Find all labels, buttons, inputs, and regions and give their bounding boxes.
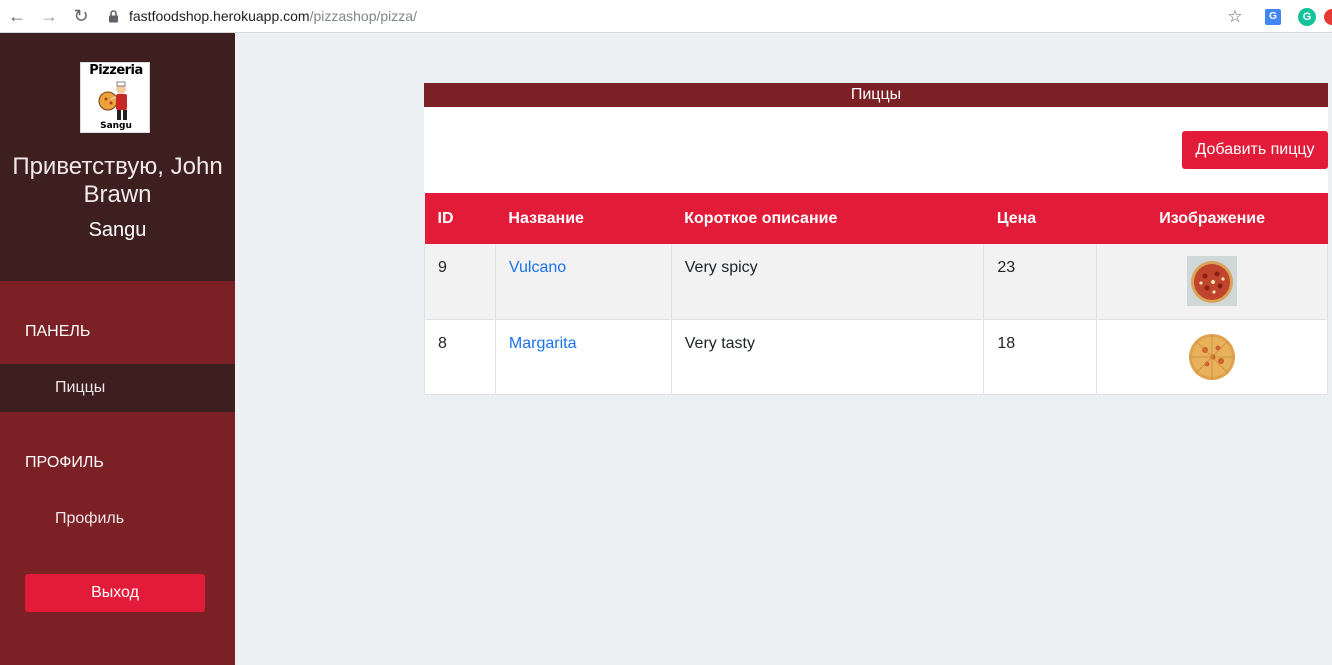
sidebar-item-label: Профиль	[55, 510, 125, 527]
cell-image	[1096, 244, 1328, 320]
sidebar-header: Pizzeria Sangu Приветствую, John Brawn S…	[0, 33, 235, 281]
translate-extension-icon[interactable]: G	[1265, 8, 1281, 25]
pizza-vulcano-image	[1187, 256, 1238, 307]
column-header-name: Название	[508, 209, 584, 227]
cell-price: 23	[983, 244, 1098, 320]
column-header-description: Короткое описание	[684, 209, 838, 227]
table-row: 8 Margarita Very tasty 18	[424, 319, 1328, 395]
browser-toolbar: ← → ↻ fastfoodshop.herokuapp.com/pizzash…	[0, 0, 1332, 33]
cell-image	[1096, 319, 1328, 395]
cell-id: 9	[424, 244, 496, 320]
sidebar-item-label: Пиццы	[55, 379, 106, 396]
forward-arrow-icon[interactable]: →	[38, 5, 60, 27]
logo-subtitle: Sangu	[100, 121, 132, 131]
section-panel-title: ПАНЕЛЬ	[25, 323, 91, 340]
column-header-image: Изображение	[1159, 209, 1265, 227]
pizza-name-link[interactable]: Vulcano	[509, 259, 566, 276]
logout-button[interactable]: Выход	[25, 574, 205, 612]
sidebar: Pizzeria Sangu Приветствую, John Brawn S…	[0, 33, 235, 665]
lock-icon	[106, 9, 120, 23]
pizza-table: ID Название Короткое описание Цена Изобр…	[424, 193, 1328, 395]
table-header-row: ID Название Короткое описание Цена Изобр…	[424, 193, 1328, 244]
bookmark-star-icon[interactable]: ☆	[1225, 7, 1245, 27]
url-text: fastfoodshop.herokuapp.com/pizzashop/piz…	[129, 8, 417, 24]
reload-icon[interactable]: ↻	[70, 5, 92, 27]
back-arrow-icon[interactable]: ←	[6, 5, 28, 27]
extension-icons: ☆ G G	[1225, 0, 1332, 33]
table-row: 9 Vulcano Very spicy 23	[424, 244, 1328, 320]
cell-description: Very spicy	[670, 244, 985, 320]
sidebar-item-profile[interactable]: Профиль	[0, 495, 235, 543]
panel-toolbar: Добавить пиццу	[424, 107, 1328, 193]
pizza-margarita-image	[1189, 333, 1236, 380]
column-header-id: ID	[437, 209, 454, 227]
add-pizza-button[interactable]: Добавить пиццу	[1182, 131, 1328, 169]
pizzeria-logo: Pizzeria Sangu	[80, 62, 150, 133]
pizzas-panel: Пиццы Добавить пиццу ID Название Коротко…	[424, 83, 1328, 395]
shop-name: Sangu	[88, 219, 147, 241]
cell-id: 8	[424, 319, 496, 395]
url-host: fastfoodshop.herokuapp.com	[129, 8, 310, 24]
cell-description: Very tasty	[670, 319, 985, 395]
grammar-extension-icon[interactable]: G	[1298, 7, 1316, 26]
cell-price: 18	[983, 319, 1098, 395]
cell-name: Margarita	[494, 319, 672, 395]
panel-title: Пиццы	[424, 83, 1328, 107]
cell-name: Vulcano	[494, 244, 672, 320]
address-bar[interactable]: fastfoodshop.herokuapp.com/pizzashop/piz…	[106, 3, 1206, 29]
red-extension-icon[interactable]	[1324, 8, 1332, 25]
pizza-name-link[interactable]: Margarita	[509, 335, 577, 352]
section-profile-title: ПРОФИЛЬ	[25, 454, 104, 471]
welcome-text: Приветствую, John Brawn	[12, 153, 223, 208]
column-header-price: Цена	[996, 209, 1037, 227]
sidebar-item-pizzas[interactable]: Пиццы	[0, 364, 235, 412]
url-path: /pizzashop/pizza/	[309, 8, 417, 24]
